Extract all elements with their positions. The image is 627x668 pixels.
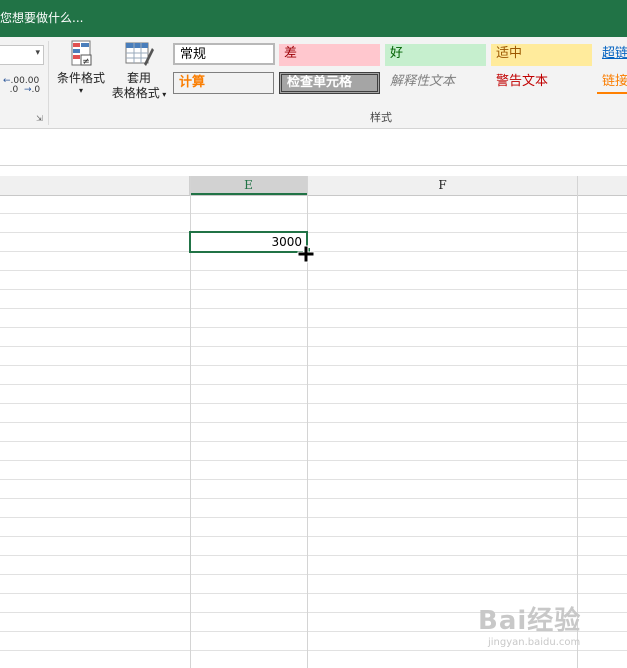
row-gridline bbox=[0, 384, 627, 385]
row-gridline bbox=[0, 498, 627, 499]
row-gridline bbox=[0, 365, 627, 366]
row-gridline bbox=[0, 441, 627, 442]
row-gridline bbox=[0, 232, 627, 233]
tell-me-search[interactable]: 您想要做什么... bbox=[0, 10, 83, 26]
dialog-launcher-icon[interactable]: ⇲ bbox=[36, 114, 45, 123]
style-calculation[interactable]: 计算 bbox=[173, 72, 274, 94]
row-gridline bbox=[0, 574, 627, 575]
chevron-down-icon: ▾ bbox=[78, 86, 83, 95]
column-header-row: E F bbox=[0, 176, 627, 196]
row-gridline bbox=[0, 460, 627, 461]
row-gridline bbox=[0, 555, 627, 556]
format-as-table-button[interactable]: 套用 表格格式 ▾ bbox=[108, 40, 170, 102]
row-gridline bbox=[0, 213, 627, 214]
row-gridline bbox=[0, 327, 627, 328]
baidu-watermark-logo: Bai经验 jingyan.baidu.com bbox=[478, 606, 582, 648]
row-gridline bbox=[0, 517, 627, 518]
conditional-format-icon: ≠ bbox=[66, 40, 96, 68]
row-gridline bbox=[0, 403, 627, 404]
row-gridline bbox=[0, 308, 627, 309]
row-gridline bbox=[0, 536, 627, 537]
style-linked-cell[interactable]: 链接 bbox=[597, 72, 627, 94]
style-normal[interactable]: 常规 bbox=[173, 43, 275, 65]
row-gridline bbox=[0, 593, 627, 594]
row-gridline bbox=[0, 289, 627, 290]
chevron-down-icon: ▾ bbox=[35, 48, 40, 58]
style-hyperlink[interactable]: 超链 bbox=[597, 44, 627, 66]
row-gridline bbox=[0, 479, 627, 480]
column-header-e[interactable]: E bbox=[190, 176, 308, 195]
increase-decimal-button[interactable]: ←.00.0 bbox=[3, 77, 25, 95]
format-as-table-icon bbox=[124, 40, 154, 68]
column-header-d[interactable] bbox=[0, 176, 190, 195]
active-cell[interactable]: 3000 bbox=[189, 231, 308, 253]
row-gridline bbox=[0, 650, 627, 651]
style-good[interactable]: 好 bbox=[385, 44, 486, 66]
style-bad[interactable]: 差 bbox=[279, 44, 380, 66]
row-gridline bbox=[0, 422, 627, 423]
decrease-decimal-button[interactable]: .00 →.0 bbox=[24, 77, 40, 95]
column-gridline bbox=[577, 176, 578, 668]
conditional-format-button[interactable]: ≠ 条件格式 ▾ bbox=[53, 40, 109, 96]
svg-text:≠: ≠ bbox=[82, 57, 90, 67]
styles-group-caption: 样式 bbox=[370, 111, 392, 124]
row-gridline bbox=[0, 346, 627, 347]
title-bar: 您想要做什么... bbox=[0, 0, 627, 37]
chevron-down-icon: ▾ bbox=[159, 90, 167, 99]
formula-bar[interactable] bbox=[0, 129, 627, 166]
ribbon-home: ▾ ←.00.0 .00 →.0 ⇲ ≠ 条件格式 ▾ 套用 表格格式 ▾ 常规… bbox=[0, 37, 627, 129]
style-neutral[interactable]: 适中 bbox=[491, 44, 592, 66]
arrow-right-icon: → bbox=[24, 85, 32, 95]
column-header-g[interactable] bbox=[578, 176, 627, 195]
worksheet-grid[interactable] bbox=[0, 196, 627, 668]
style-warning[interactable]: 警告文本 bbox=[491, 72, 592, 94]
column-header-f[interactable]: F bbox=[308, 176, 578, 195]
number-format-dropdown[interactable]: ▾ bbox=[0, 45, 44, 65]
group-separator bbox=[48, 41, 49, 125]
row-gridline bbox=[0, 270, 627, 271]
fill-cross-cursor-icon bbox=[297, 245, 315, 263]
style-explanatory[interactable]: 解释性文本 bbox=[385, 72, 486, 94]
style-check-cell[interactable]: 检查单元格 bbox=[279, 72, 380, 94]
